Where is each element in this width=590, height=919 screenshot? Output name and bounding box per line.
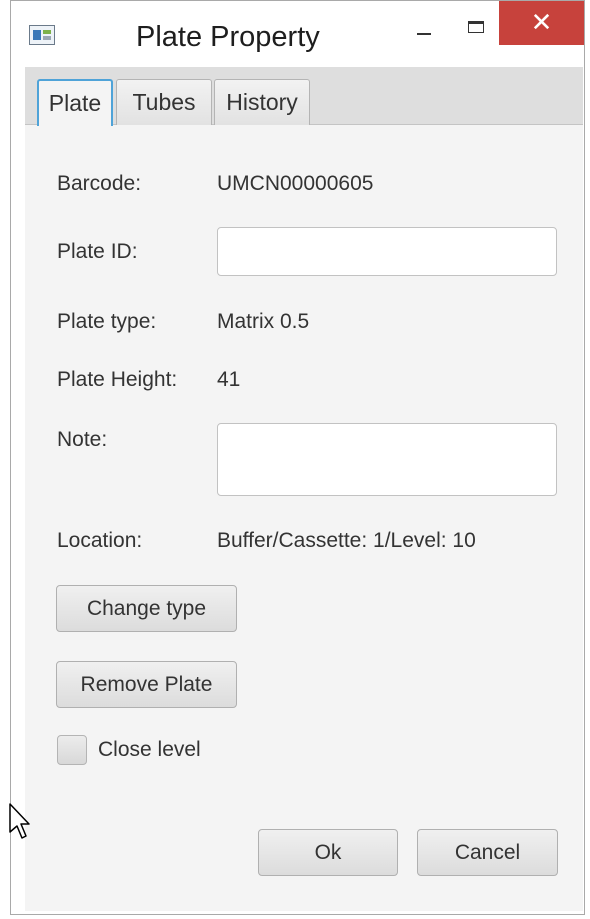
close-level-checkbox[interactable] <box>57 735 87 765</box>
plate-property-window: Plate Property ✕ Plate Tubes History Bar… <box>10 0 585 915</box>
cancel-button[interactable]: Cancel <box>417 829 558 876</box>
barcode-label: Barcode: <box>57 172 142 195</box>
remove-plate-button[interactable]: Remove Plate <box>56 661 237 708</box>
maximize-icon <box>468 21 484 33</box>
dialog-body: Plate Tubes History Barcode: UMCN0000060… <box>25 67 583 911</box>
plate-type-value: Matrix 0.5 <box>217 310 310 333</box>
maximize-button[interactable] <box>456 1 496 45</box>
note-label: Note: <box>57 428 108 451</box>
close-icon: ✕ <box>530 8 553 38</box>
tab-tubes[interactable]: Tubes <box>116 79 212 125</box>
note-field[interactable] <box>217 423 557 496</box>
location-label: Location: <box>57 529 143 552</box>
plate-id-field[interactable] <box>217 227 557 276</box>
app-window-icon <box>29 25 55 45</box>
tab-plate[interactable]: Plate <box>37 79 113 126</box>
mouse-cursor-icon <box>9 803 30 839</box>
plate-height-label: Plate Height: <box>57 368 178 391</box>
minimize-button[interactable] <box>404 1 444 45</box>
location-value: Buffer/Cassette: 1/Level: 10 <box>217 529 476 552</box>
ok-button[interactable]: Ok <box>258 829 398 876</box>
close-button[interactable]: ✕ <box>499 1 584 45</box>
tab-bar: Plate Tubes History <box>25 67 583 126</box>
tab-history[interactable]: History <box>214 79 310 125</box>
title-bar[interactable]: Plate Property ✕ <box>11 1 584 67</box>
window-title: Plate Property <box>136 21 320 53</box>
change-type-button[interactable]: Change type <box>56 585 237 632</box>
barcode-value: UMCN00000605 <box>217 172 374 195</box>
close-level-label[interactable]: Close level <box>98 738 201 762</box>
minimize-icon <box>417 33 431 35</box>
plate-type-label: Plate type: <box>57 310 157 333</box>
plate-id-label: Plate ID: <box>57 240 138 263</box>
plate-height-value: 41 <box>217 368 241 391</box>
